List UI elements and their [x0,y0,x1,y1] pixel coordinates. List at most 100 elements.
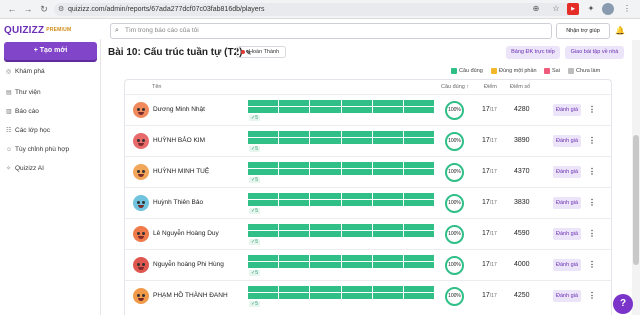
question-segment[interactable] [279,255,310,261]
question-segment[interactable] [403,224,435,230]
more-options-icon[interactable]: ⋮ [588,134,596,148]
table-row[interactable]: HUỲNH MINH TUỆ ✓5 100% 17/17 4370 Đánh giá ⋮ [125,156,611,187]
player-name[interactable]: HUỲNH BẢO KIM [153,137,205,144]
bookmark-star-icon[interactable]: ☆ [550,3,562,15]
question-segment[interactable] [372,293,403,299]
live-leaderboard-button[interactable]: Bảng ĐK trực tiếp [506,46,560,59]
question-progress-bar[interactable] [248,224,435,230]
site-info-icon[interactable]: ⚙ [58,3,64,16]
question-segment[interactable] [279,169,310,175]
grade-button[interactable]: Đánh giá [553,259,581,271]
question-segment[interactable] [279,224,310,230]
more-options-icon[interactable]: ⋮ [588,103,596,117]
question-segment[interactable] [341,193,372,199]
youtube-extension-icon[interactable]: ▶ [567,3,579,15]
question-segment[interactable] [372,107,403,113]
question-segment[interactable] [341,100,372,106]
question-segment[interactable] [372,231,403,237]
question-segment[interactable] [310,262,341,268]
question-segment[interactable] [341,169,372,175]
sidebar-item-explore[interactable]: ◎ Khám phá [6,66,45,78]
question-segment[interactable] [341,286,372,292]
question-segment[interactable] [341,162,372,168]
question-segment[interactable] [279,100,310,106]
more-options-icon[interactable]: ⋮ [588,289,596,303]
extensions-icon[interactable]: ✦ [586,3,596,15]
question-segment[interactable] [310,193,341,199]
zoom-icon[interactable]: ⊕ [530,3,542,15]
column-header-accuracy[interactable]: Câu đúng ↑ [441,84,469,90]
notification-bell-icon[interactable]: 🔔 [614,25,626,37]
reload-icon[interactable]: ↻ [38,3,50,15]
question-segment[interactable] [341,231,372,237]
question-progress-bar[interactable] [248,193,435,199]
question-segment[interactable] [372,138,403,144]
question-segment[interactable] [403,100,435,106]
question-segment[interactable] [279,200,310,206]
question-segment[interactable] [403,193,435,199]
question-segment[interactable] [248,224,279,230]
question-segment[interactable] [310,200,341,206]
more-options-icon[interactable]: ⋮ [588,196,596,210]
table-row[interactable]: PHẠM HỒ THÀNH ĐANH ✓5 100% 17/17 4250 Đánh gi… [125,280,611,311]
forward-icon[interactable]: → [22,3,34,15]
question-segment[interactable] [279,293,310,299]
browser-menu-icon[interactable]: ⋮ [622,3,632,15]
question-progress-bar[interactable] [248,138,435,144]
question-segment[interactable] [372,100,403,106]
question-segment[interactable] [403,169,435,175]
question-segment[interactable] [403,107,435,113]
question-segment[interactable] [248,231,279,237]
help-button[interactable]: Nhận trợ giúp [556,23,610,39]
address-bar[interactable]: ⚙ quizizz.com/admin/reports/67ada277dcf0… [54,3,574,16]
sidebar-item-reports[interactable]: ▥ Báo cáo [6,106,39,118]
grade-button[interactable]: Đánh giá [553,104,581,116]
question-segment[interactable] [372,224,403,230]
question-segment[interactable] [279,286,310,292]
table-row[interactable]: Lê Nguyễn Hoàng Duy ✓5 100% 17/17 4590 Đánh g… [125,218,611,249]
question-segment[interactable] [403,200,435,206]
sidebar-item-library[interactable]: ▤ Thư viện [6,87,41,99]
question-segment[interactable] [341,262,372,268]
question-segment[interactable] [248,138,279,144]
create-new-button[interactable]: + Tạo mới [4,42,97,60]
question-segment[interactable] [248,131,279,137]
grade-button[interactable]: Đánh giá [553,228,581,240]
question-segment[interactable] [372,286,403,292]
search-input[interactable]: ⌕ Tìm trong báo cáo của tôi [110,23,552,39]
question-progress-bar[interactable] [248,162,435,168]
sidebar-item-classes[interactable]: ☷ Các lớp học [6,125,50,137]
question-segment[interactable] [248,169,279,175]
question-progress-bar[interactable] [248,169,435,175]
question-segment[interactable] [403,293,435,299]
question-segment[interactable] [279,231,310,237]
question-segment[interactable] [341,293,372,299]
question-segment[interactable] [310,107,341,113]
question-progress-bar[interactable] [248,231,435,237]
more-options-icon[interactable]: ⋮ [588,165,596,179]
question-segment[interactable] [248,200,279,206]
question-segment[interactable] [310,169,341,175]
question-segment[interactable] [341,255,372,261]
column-header-name[interactable]: Tên [152,84,161,90]
question-progress-bar[interactable] [248,255,435,261]
question-segment[interactable] [310,231,341,237]
column-header-score[interactable]: Điểm [484,84,497,90]
question-segment[interactable] [248,107,279,113]
question-segment[interactable] [403,255,435,261]
player-name[interactable]: Huỳnh Thiên Bảo [153,199,203,206]
question-progress-bar[interactable] [248,100,435,106]
question-segment[interactable] [310,224,341,230]
column-header-points[interactable]: Điểm số [510,84,530,90]
more-options-icon[interactable]: ⋮ [588,227,596,241]
grade-button[interactable]: Đánh giá [553,135,581,147]
table-row[interactable]: HUỲNH BẢO KIM ✓5 100% 17/17 3890 Đánh giá ⋮ [125,125,611,156]
question-segment[interactable] [403,231,435,237]
player-name[interactable]: HUỲNH MINH TUỆ [153,168,209,175]
question-segment[interactable] [372,162,403,168]
question-segment[interactable] [372,200,403,206]
back-icon[interactable]: ← [6,3,18,15]
question-segment[interactable] [403,286,435,292]
question-progress-bar[interactable] [248,293,435,299]
scrollbar-thumb[interactable] [633,135,639,265]
